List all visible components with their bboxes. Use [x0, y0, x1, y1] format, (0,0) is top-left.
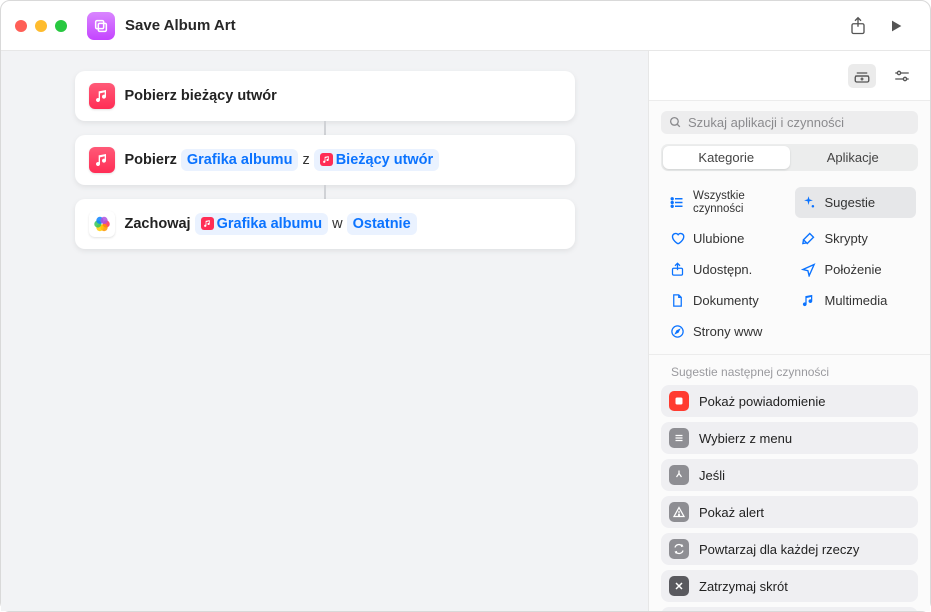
- shortcut-icon: [87, 12, 115, 40]
- doc-icon: [669, 292, 685, 308]
- suggestion-icon: [669, 428, 689, 448]
- music-icon: [89, 83, 115, 109]
- segment-kategorie[interactable]: Kategorie: [663, 146, 790, 169]
- connector: [324, 185, 326, 199]
- suggestion-item[interactable]: Pokaż powiadomienie: [661, 385, 918, 417]
- action-label: Pobierz: [125, 150, 177, 170]
- category-label: Wszystkieczynności: [693, 190, 745, 215]
- suggestion-icon: [669, 539, 689, 559]
- category-item[interactable]: Multimedia: [795, 289, 917, 311]
- suggestion-item[interactable]: Wybierz z menu: [661, 422, 918, 454]
- variable-token[interactable]: Grafika albumu: [181, 149, 299, 171]
- suggestion-item[interactable]: Powtarzaj dla każdej rzeczy: [661, 533, 918, 565]
- suggestions-header: Sugestie następnej czynności: [649, 355, 930, 385]
- workflow-canvas[interactable]: Pobierz bieżący utwórPobierzGrafika albu…: [1, 51, 648, 611]
- category-item[interactable]: Ulubione: [663, 227, 785, 249]
- paint-icon: [801, 230, 817, 246]
- category-label: Udostępn.: [693, 262, 752, 277]
- toolbar-right: [848, 16, 916, 36]
- search-input[interactable]: [688, 115, 910, 130]
- category-item[interactable]: Dokumenty: [663, 289, 785, 311]
- suggestion-label: Powtarzaj dla każdej rzeczy: [699, 542, 859, 557]
- share-button[interactable]: [848, 16, 868, 36]
- suggestion-icon: [669, 391, 689, 411]
- suggestion-item[interactable]: Pokaż alert: [661, 496, 918, 528]
- list-icon: [669, 195, 685, 211]
- suggestion-label: Pokaż powiadomienie: [699, 394, 825, 409]
- action-text: Zachowaj Grafika albumu wOstatnie: [125, 213, 417, 235]
- heart-icon: [669, 230, 685, 246]
- action-text: Pobierz bieżący utwór: [125, 86, 277, 106]
- variable-token[interactable]: Bieżący utwór: [314, 149, 440, 171]
- segment-aplikacje[interactable]: Aplikacje: [790, 146, 917, 169]
- suggestion-label: Wybierz z menu: [699, 431, 792, 446]
- suggestion-label: Jeśli: [699, 468, 725, 483]
- category-label: Strony www: [693, 324, 762, 339]
- suggestion-label: Pokaż alert: [699, 505, 764, 520]
- variable-token[interactable]: Grafika albumu: [195, 213, 329, 235]
- token-label: Bieżący utwór: [336, 150, 434, 170]
- suggestion-icon: [669, 502, 689, 522]
- category-item[interactable]: Sugestie: [795, 187, 917, 218]
- category-grid: Wszystkieczynności Sugestie Ulubione Skrypt…: [649, 181, 930, 355]
- music-icon: [320, 153, 333, 166]
- sparkle-icon: [801, 195, 817, 211]
- category-item[interactable]: Strony www: [663, 320, 785, 342]
- note-icon: [801, 292, 817, 308]
- settings-toggle-button[interactable]: [888, 64, 916, 88]
- photos-icon: [89, 211, 115, 237]
- library-segmented-control: KategorieAplikacje: [661, 144, 918, 171]
- search-icon: [669, 116, 682, 129]
- titlebar: Save Album Art: [1, 1, 930, 51]
- suggestion-label: Zatrzymaj skrót: [699, 579, 788, 594]
- zoom-window-button[interactable]: [55, 20, 67, 32]
- window-controls: [15, 20, 67, 32]
- nav-icon: [801, 261, 817, 277]
- action-card[interactable]: Pobierz bieżący utwór: [75, 71, 575, 121]
- category-item[interactable]: Skrypty: [795, 227, 917, 249]
- action-text: PobierzGrafika albumuz Bieżący utwór: [125, 149, 440, 171]
- connector-word: z: [302, 150, 309, 170]
- action-card[interactable]: Zachowaj Grafika albumu wOstatnie: [75, 199, 575, 249]
- category-label: Sugestie: [825, 195, 876, 210]
- search-field[interactable]: [661, 111, 918, 134]
- shortcut-title: Save Album Art: [125, 17, 838, 34]
- category-label: Dokumenty: [693, 293, 759, 308]
- actions-sidebar: KategorieAplikacje Wszystkieczynności Sug…: [648, 51, 930, 611]
- action-label: Zachowaj: [125, 214, 191, 234]
- category-label: Skrypty: [825, 231, 868, 246]
- library-toggle-button[interactable]: [848, 64, 876, 88]
- category-item[interactable]: Udostępn.: [663, 258, 785, 280]
- suggestion-item[interactable]: Jeśli: [661, 459, 918, 491]
- action-card[interactable]: PobierzGrafika albumuz Bieżący utwór: [75, 135, 575, 185]
- category-item[interactable]: Położenie: [795, 258, 917, 280]
- variable-token[interactable]: Ostatnie: [347, 213, 417, 235]
- run-button[interactable]: [886, 16, 906, 36]
- action-label: Pobierz bieżący utwór: [125, 86, 277, 106]
- suggestion-icon: [669, 465, 689, 485]
- suggestion-icon: [669, 576, 689, 596]
- safari-icon: [669, 323, 685, 339]
- suggestion-item[interactable]: Nic: [661, 607, 918, 611]
- token-label: Grafika albumu: [217, 214, 323, 234]
- category-item[interactable]: Wszystkieczynności: [663, 187, 785, 218]
- category-label: Ulubione: [693, 231, 744, 246]
- sidebar-toolbar: [649, 51, 930, 101]
- suggestions-list: Pokaż powiadomienie Wybierz z menu Jeśli Po…: [649, 385, 930, 611]
- category-label: Położenie: [825, 262, 882, 277]
- minimize-window-button[interactable]: [35, 20, 47, 32]
- music-icon: [89, 147, 115, 173]
- category-label: Multimedia: [825, 293, 888, 308]
- suggestion-item[interactable]: Zatrzymaj skrót: [661, 570, 918, 602]
- share-icon: [669, 261, 685, 277]
- connector-word: w: [332, 214, 342, 234]
- connector: [324, 121, 326, 135]
- close-window-button[interactable]: [15, 20, 27, 32]
- music-icon: [201, 217, 214, 230]
